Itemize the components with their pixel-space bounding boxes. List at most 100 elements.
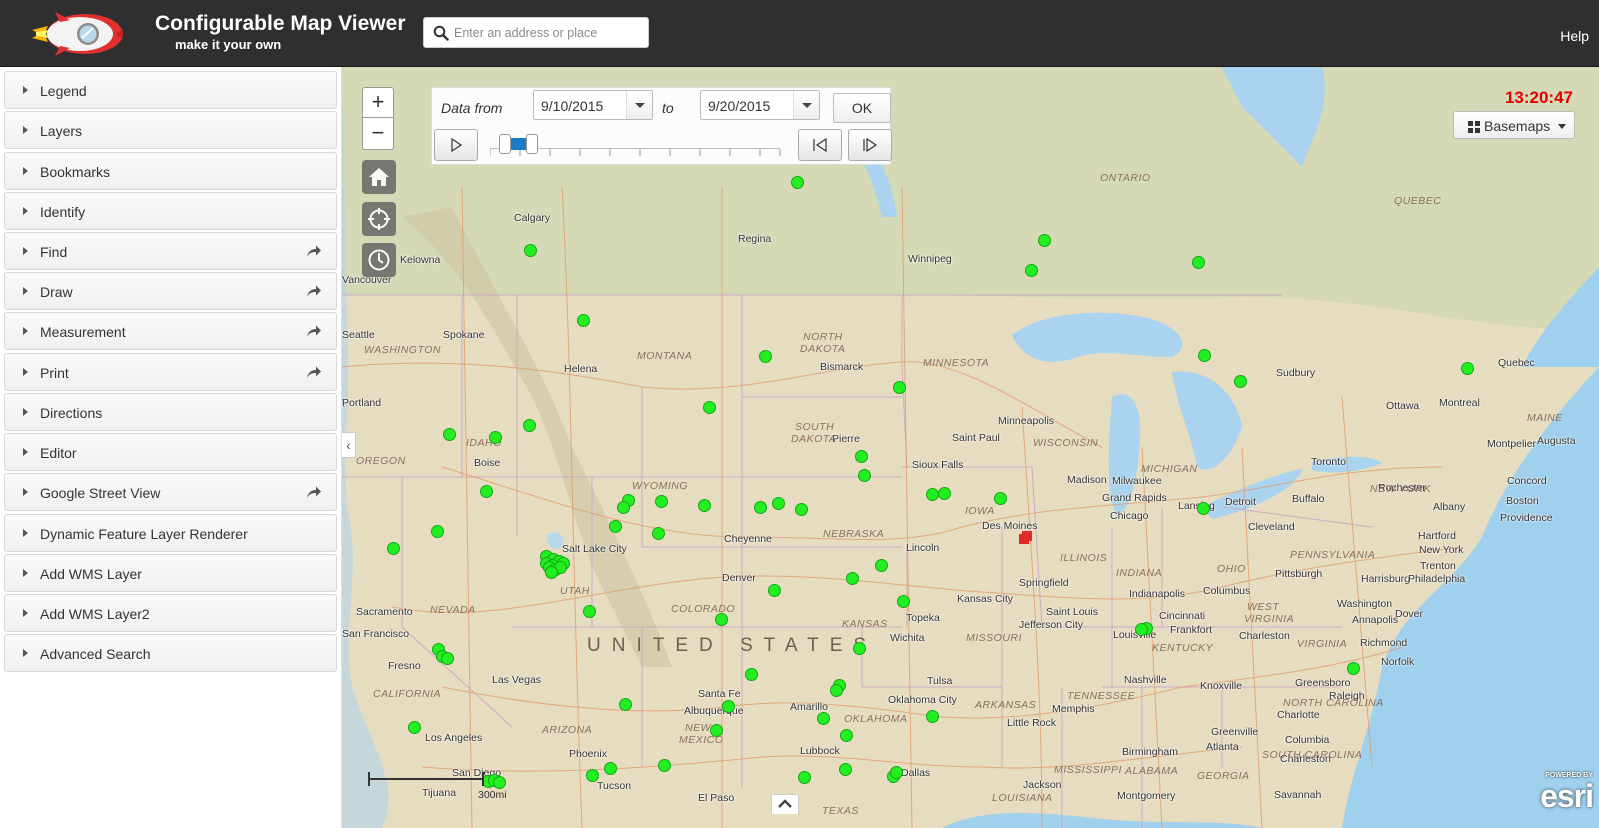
map-point[interactable] [1197, 502, 1210, 515]
map-view[interactable]: Calgary Regina Winnipeg Kelowna Spokane Helen… [342, 67, 1599, 828]
map-point[interactable] [441, 652, 454, 665]
search-icon[interactable] [433, 25, 449, 41]
map-point[interactable] [858, 469, 871, 482]
panel-editor[interactable]: Editor [4, 433, 337, 471]
search-box[interactable] [423, 17, 649, 48]
map-point[interactable] [1192, 256, 1205, 269]
map-point[interactable] [710, 724, 723, 737]
map-point[interactable] [772, 497, 785, 510]
map-point[interactable] [655, 495, 668, 508]
search-input[interactable] [454, 22, 644, 44]
zoom-in-button[interactable]: + [363, 88, 393, 118]
map-point[interactable] [443, 428, 456, 441]
map-point[interactable] [387, 542, 400, 555]
panel-add-wms-layer2[interactable]: Add WMS Layer2 [4, 594, 337, 632]
map-point[interactable] [609, 520, 622, 533]
slider-handle-start[interactable] [498, 134, 511, 154]
map-point[interactable] [840, 729, 853, 742]
map-point[interactable] [480, 485, 493, 498]
step-back-button[interactable] [798, 129, 842, 161]
panel-find[interactable]: Find [4, 232, 337, 270]
play-button[interactable] [434, 129, 478, 161]
share-icon[interactable] [306, 365, 322, 379]
share-icon[interactable] [306, 485, 322, 499]
panel-google-street-view[interactable]: Google Street View [4, 473, 337, 511]
map-point[interactable] [658, 759, 671, 772]
help-link[interactable]: Help [1560, 28, 1589, 44]
ok-button[interactable]: OK [833, 93, 891, 123]
basemaps-button[interactable]: Basemaps [1453, 111, 1575, 139]
map-point[interactable] [1234, 375, 1247, 388]
panel-dynamic-feature-layer-renderer[interactable]: Dynamic Feature Layer Renderer [4, 514, 337, 552]
slider-handle-end[interactable] [525, 134, 538, 154]
locate-button[interactable] [362, 202, 396, 236]
map-point[interactable] [431, 525, 444, 538]
panel-advanced-search[interactable]: Advanced Search [4, 634, 337, 672]
map-point[interactable] [523, 419, 536, 432]
map-point[interactable] [1347, 662, 1360, 675]
panel-directions[interactable]: Directions [4, 393, 337, 431]
map-point[interactable] [583, 605, 596, 618]
map-point[interactable] [715, 613, 728, 626]
map-point[interactable] [617, 501, 630, 514]
map-point[interactable] [1198, 349, 1211, 362]
map-point[interactable] [791, 176, 804, 189]
map-point[interactable] [577, 314, 590, 327]
expand-bottom-panel-button[interactable] [771, 794, 799, 814]
map-point[interactable] [493, 776, 506, 789]
dropdown-arrow-icon[interactable] [793, 91, 819, 119]
map-point[interactable] [1038, 234, 1051, 247]
map-point[interactable] [604, 762, 617, 775]
end-date-picker[interactable]: 9/20/2015 [700, 90, 820, 120]
map-point[interactable] [1461, 362, 1474, 375]
panel-bookmarks[interactable]: Bookmarks [4, 152, 337, 190]
slider-thumb[interactable] [498, 134, 539, 154]
map-point[interactable] [890, 766, 903, 779]
map-point[interactable] [830, 684, 843, 697]
map-point[interactable] [798, 771, 811, 784]
map-point[interactable] [1135, 623, 1148, 636]
map-point[interactable] [619, 698, 632, 711]
panel-print[interactable]: Print [4, 353, 337, 391]
panel-measurement[interactable]: Measurement [4, 312, 337, 350]
collapse-sidebar-button[interactable]: ‹ [342, 432, 356, 458]
panel-draw[interactable]: Draw [4, 272, 337, 310]
map-point[interactable] [938, 487, 951, 500]
panel-layers[interactable]: Layers [4, 111, 337, 149]
start-date-picker[interactable]: 9/10/2015 [533, 90, 653, 120]
map-point[interactable] [897, 595, 910, 608]
map-point[interactable] [893, 381, 906, 394]
panel-identify[interactable]: Identify [4, 192, 337, 230]
dropdown-arrow-icon[interactable] [626, 91, 652, 119]
panel-legend[interactable]: Legend [4, 71, 337, 109]
map-point[interactable] [759, 350, 772, 363]
share-icon[interactable] [306, 244, 322, 258]
time-slider-button[interactable] [362, 243, 396, 277]
map-point[interactable] [926, 488, 939, 501]
map-point[interactable] [846, 572, 859, 585]
zoom-out-button[interactable]: − [363, 119, 393, 149]
panel-add-wms-layer[interactable]: Add WMS Layer [4, 554, 337, 592]
map-point[interactable] [817, 712, 830, 725]
home-button[interactable] [362, 160, 396, 194]
map-point[interactable] [545, 566, 558, 579]
map-point[interactable] [586, 769, 599, 782]
map-point[interactable] [795, 503, 808, 516]
map-point[interactable] [853, 642, 866, 655]
share-icon[interactable] [306, 324, 322, 338]
map-point[interactable] [408, 721, 421, 734]
map-point[interactable] [754, 501, 767, 514]
map-point[interactable] [489, 431, 502, 444]
map-point[interactable] [722, 700, 735, 713]
map-point[interactable] [1025, 264, 1038, 277]
map-point[interactable] [768, 584, 781, 597]
highlight-marker[interactable] [1019, 534, 1029, 544]
step-forward-button[interactable] [848, 129, 892, 161]
map-point[interactable] [703, 401, 716, 414]
map-point[interactable] [855, 450, 868, 463]
map-point[interactable] [839, 763, 852, 776]
map-point[interactable] [745, 668, 758, 681]
map-point[interactable] [875, 559, 888, 572]
map-point[interactable] [698, 499, 711, 512]
map-point[interactable] [652, 527, 665, 540]
